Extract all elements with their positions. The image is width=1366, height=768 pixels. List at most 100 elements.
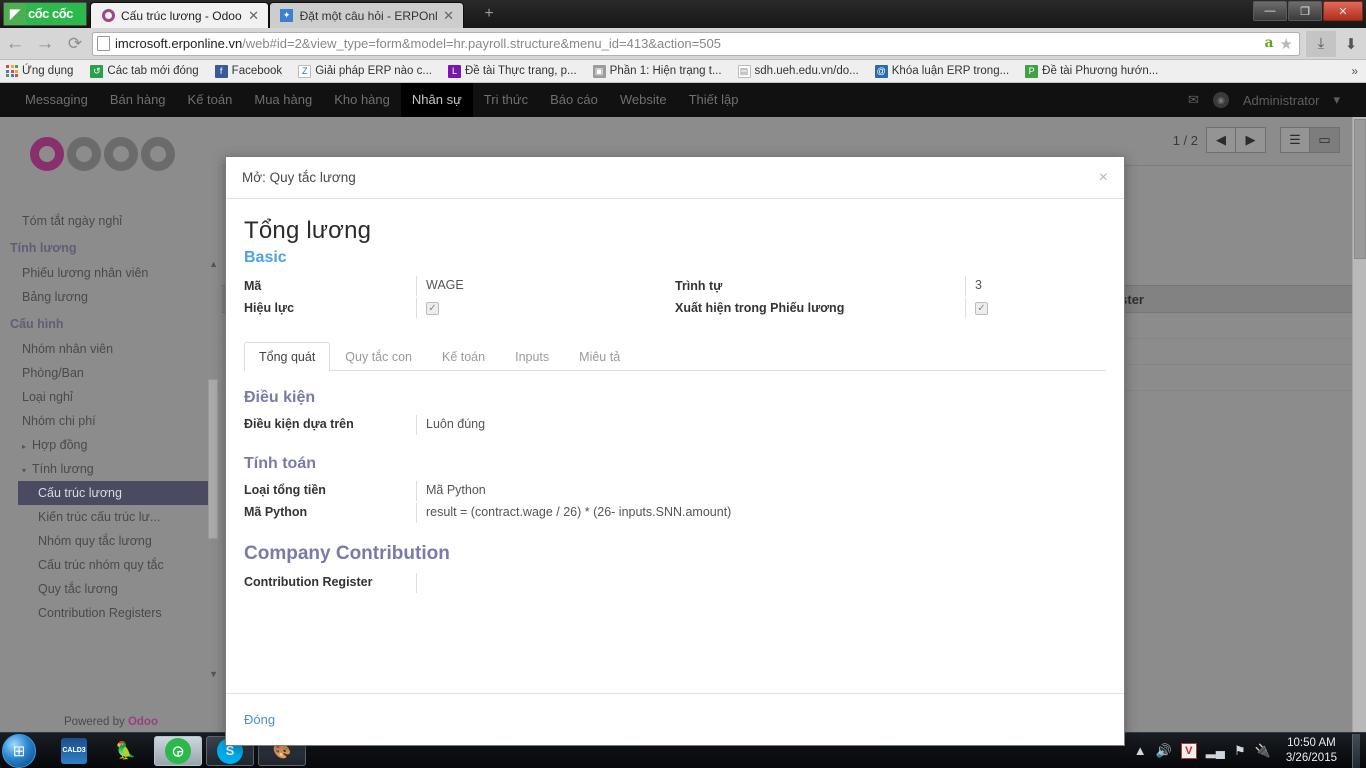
sidebar-group-contracts[interactable]: ▸ Hợp đồng — [0, 433, 222, 457]
page-scrollbar-thumb[interactable] — [1354, 119, 1366, 259]
sidebar-item-salary-structure[interactable]: Cấu trúc lương — [18, 481, 212, 505]
apps-grid-icon — [6, 65, 18, 77]
close-icon[interactable]: × — [1099, 169, 1108, 186]
page-scrollbar[interactable] — [1352, 117, 1366, 732]
menu-item-website[interactable]: Website — [609, 83, 678, 117]
bookmark-item-2[interactable]: Z Giải pháp ERP nào c... — [290, 64, 440, 78]
field-value-amount-type[interactable]: Mã Python — [416, 481, 1106, 501]
dialog-footer: Đóng — [226, 693, 1124, 745]
sidebar-scroll-up-icon[interactable]: ▲ — [209, 259, 218, 269]
sidebar-item-salary-rules[interactable]: Quy tắc lương — [0, 577, 222, 601]
action-flag-icon[interactable]: ⚑ — [1234, 743, 1246, 759]
menu-item-accounting[interactable]: Kế toán — [177, 83, 244, 117]
menu-item-knowledge[interactable]: Tri thức — [473, 83, 539, 117]
sidebar-group-payroll[interactable]: ▾ Tính lương — [0, 457, 222, 481]
list-view-icon[interactable]: ☰ — [1280, 127, 1310, 153]
bookmark-item-5[interactable]: ▤ sdh.ueh.edu.vn/do... — [730, 64, 867, 78]
sidebar-item-salary-rule-categories[interactable]: Nhóm quy tắc lương — [0, 529, 222, 553]
sidebar-item-expense-groups[interactable]: Nhóm chi phí — [0, 409, 222, 433]
browser-tab-0[interactable]: Cấu trúc lương - Odoo ✕ — [90, 2, 269, 28]
amazon-icon[interactable]: a — [1264, 35, 1273, 53]
bookmark-item-7[interactable]: P Đề tài Phương hướn... — [1017, 64, 1166, 78]
sidebar-item-employee-payslips[interactable]: Phiếu lương nhân viên — [0, 261, 222, 285]
sidebar-item-leave-types[interactable]: Loại nghỉ — [0, 385, 222, 409]
sidebar-scrollbar-thumb[interactable] — [208, 379, 218, 539]
menu-item-messaging[interactable]: Messaging — [14, 83, 99, 117]
checkbox-appears-on-payslip[interactable]: ✓ — [975, 302, 988, 315]
checkbox-active[interactable]: ✓ — [426, 302, 439, 315]
field-value-sequence[interactable]: 3 — [965, 276, 1106, 296]
download-arrow-icon[interactable]: ⬇ — [1336, 31, 1366, 57]
sidebar-scroll-down-icon[interactable]: ▼ — [209, 669, 218, 679]
form-view-icon[interactable]: ▭ — [1310, 127, 1340, 153]
star-icon[interactable]: ★ — [1280, 35, 1293, 53]
sidebar-item-rule-group-structure[interactable]: Cấu trúc nhóm quy tắc — [0, 553, 222, 577]
field-value-condition-based-on[interactable]: Luôn đúng — [416, 415, 1106, 435]
odoo-brand-link[interactable]: Odoo — [128, 716, 158, 728]
menu-item-settings[interactable]: Thiết lập — [678, 83, 750, 117]
power-icon[interactable]: 🔌 — [1255, 743, 1271, 759]
bookmark-label: sdh.ueh.edu.vn/do... — [754, 65, 859, 77]
sidebar-item-employee-groups[interactable]: Nhóm nhân viên — [0, 337, 222, 361]
reload-icon[interactable]: ⟳ — [60, 35, 90, 52]
tab-child-rules[interactable]: Quy tắc con — [330, 342, 427, 371]
close-icon[interactable]: ✕ — [248, 8, 260, 24]
bookmark-item-0[interactable]: ↺ Các tab mới đóng — [82, 64, 206, 78]
new-tab-button[interactable]: + — [478, 6, 500, 24]
close-dialog-button[interactable]: Đóng — [244, 712, 275, 727]
field-value-python-code[interactable]: result = (contract.wage / 26) * (26- inp… — [416, 503, 1106, 523]
maximize-button[interactable]: ❐ — [1288, 1, 1322, 21]
field-row-condition-based-on: Điều kiện dựa trên Luôn đúng — [244, 415, 1106, 435]
bookmark-item-4[interactable]: ▣ Phần 1: Hiện trạng t... — [585, 64, 730, 78]
sidebar-item-payslip-batches[interactable]: Bảng lương — [0, 285, 222, 309]
dialog-header: Mở: Quy tắc lương × — [226, 157, 1124, 199]
browser-tab-1[interactable]: ✦ Đặt một câu hỏi - ERPOnli ✕ — [268, 2, 464, 28]
field-value-contribution-register[interactable] — [416, 573, 1106, 593]
close-window-button[interactable]: ✕ — [1323, 1, 1363, 21]
bookmark-item-1[interactable]: f Facebook — [207, 64, 291, 78]
show-desktop-button[interactable] — [1352, 733, 1360, 768]
tab-accounting[interactable]: Kế toán — [427, 342, 500, 371]
apps-shortcut[interactable]: Ứng dụng — [0, 65, 82, 77]
volume-icon[interactable]: 🔊 — [1156, 743, 1172, 759]
odoo-logo — [0, 117, 222, 179]
menu-item-warehouse[interactable]: Kho hàng — [323, 83, 401, 117]
tab-general[interactable]: Tổng quát — [244, 342, 331, 371]
sidebar-item-departments[interactable]: Phòng/Ban — [0, 361, 222, 385]
user-name[interactable]: Administrator — [1243, 93, 1320, 108]
previous-record-icon[interactable]: ◀ — [1206, 127, 1236, 153]
start-button[interactable]: ⊞ — [2, 733, 36, 768]
menu-item-reporting[interactable]: Báo cáo — [539, 83, 609, 117]
sidebar-item-contribution-registers[interactable]: Contribution Registers — [0, 601, 222, 625]
minimize-button[interactable]: — — [1253, 1, 1287, 21]
tray-expand-icon[interactable]: ▲ — [1134, 743, 1147, 758]
sidebar-item-leave-summary[interactable]: Tóm tắt ngày nghỉ — [0, 209, 222, 233]
bookmarks-overflow-icon[interactable]: » — [1351, 64, 1366, 78]
bookmark-item-6[interactable]: @ Khóa luận ERP trong... — [867, 64, 1017, 78]
field-row-active: Hiệu lực ✓ — [244, 297, 675, 319]
taskbar-item-parrot[interactable]: 🦜 — [102, 736, 150, 766]
forward-icon[interactable]: → — [30, 34, 60, 53]
field-row-contribution-register: Contribution Register — [244, 573, 1106, 593]
sidebar-item-salary-structure-arch[interactable]: Kiến trúc cấu trúc lư... — [0, 505, 222, 529]
menu-item-sales[interactable]: Bán hàng — [99, 83, 177, 117]
field-value-code[interactable]: WAGE — [416, 276, 675, 296]
download-tray-icon[interactable]: ⤓ — [1306, 30, 1336, 57]
clock[interactable]: 10:50 AM 3/26/2015 — [1280, 736, 1343, 765]
tab-inputs[interactable]: Inputs — [500, 342, 564, 371]
next-record-icon[interactable]: ▶ — [1236, 127, 1266, 153]
bookmark-item-3[interactable]: L Đề tài Thực trang, p... — [440, 64, 585, 78]
envelope-icon[interactable]: ✉ — [1188, 92, 1199, 108]
menu-item-purchase[interactable]: Mua hàng — [243, 83, 323, 117]
taskbar-item-cald3[interactable]: CALD3 — [50, 736, 98, 766]
back-icon[interactable]: ← — [0, 34, 30, 53]
close-icon[interactable]: ✕ — [443, 8, 455, 24]
antivirus-icon[interactable]: V — [1180, 742, 1197, 759]
menu-item-hr[interactable]: Nhân sự — [400, 83, 473, 117]
address-bar[interactable]: imcrosoft.erponline.vn/web#id=2&view_typ… — [92, 31, 1300, 56]
taskbar-item-coccoc[interactable]: ◶ — [154, 735, 202, 766]
chevron-down-icon[interactable]: ▾ — [1333, 92, 1340, 108]
pager-buttons: ◀ ▶ — [1206, 127, 1266, 153]
tab-description[interactable]: Miêu tả — [564, 342, 635, 371]
network-icon[interactable]: ▂▄ — [1206, 743, 1225, 759]
